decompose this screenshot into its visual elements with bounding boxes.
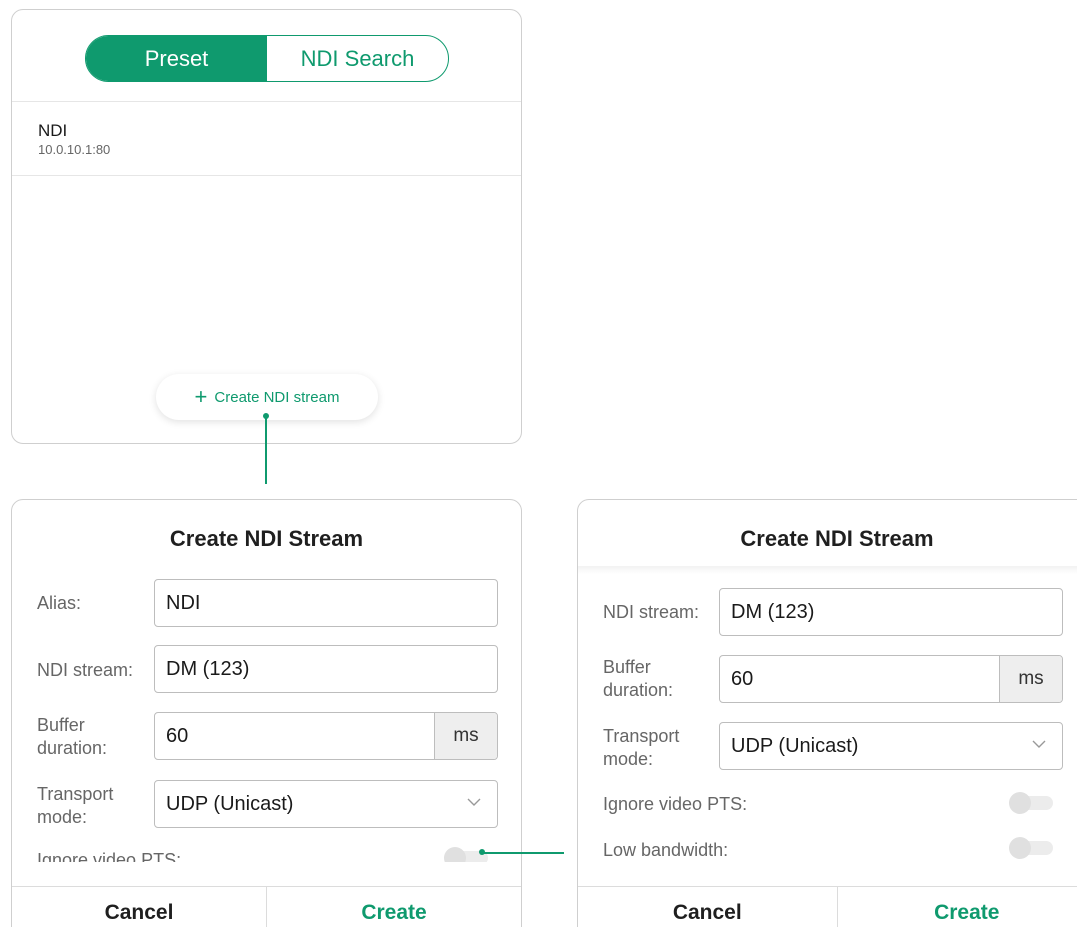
create-ndi-stream-label: Create NDI stream xyxy=(214,388,340,406)
alias-label: Alias: xyxy=(37,593,82,613)
dialog-footer: Cancel Create xyxy=(12,886,521,927)
cancel-button[interactable]: Cancel xyxy=(578,887,838,927)
dialog-footer: Cancel Create xyxy=(578,886,1077,927)
transport-mode-value: UDP (Unicast) xyxy=(166,792,294,815)
create-ndi-stream-dialog: Create NDI Stream Alias: NDI NDI stream:… xyxy=(11,499,522,927)
buffer-duration-value: 60 xyxy=(731,667,754,690)
buffer-duration-field[interactable]: 60 ms xyxy=(154,712,498,760)
low-bandwidth-label: Low bandwidth: xyxy=(603,840,729,860)
plus-icon: + xyxy=(194,384,208,409)
create-button[interactable]: Create xyxy=(267,887,521,927)
ndi-stream-value: DM (123) xyxy=(166,657,250,680)
divider xyxy=(12,175,521,176)
preset-list-item[interactable]: NDI 10.0.10.1:80 xyxy=(12,102,521,176)
transport-mode-select[interactable]: UDP (Unicast) xyxy=(154,780,498,828)
preset-item-address: 10.0.10.1:80 xyxy=(38,142,111,157)
transport-label-line1: Transport xyxy=(37,784,114,804)
transport-mode-select[interactable]: UDP (Unicast) xyxy=(719,722,1063,770)
tab-ndi-search[interactable]: NDI Search xyxy=(267,36,448,81)
transport-label-line2: mode: xyxy=(603,749,654,769)
connector-dot xyxy=(263,413,269,419)
create-button[interactable]: Create xyxy=(838,887,1077,927)
buffer-duration-field[interactable]: 60 ms xyxy=(719,655,1063,703)
buffer-duration-label: Buffer duration: xyxy=(603,656,673,702)
ndi-stream-field[interactable]: DM (123) xyxy=(719,588,1063,636)
transport-mode-label: Transport mode: xyxy=(37,783,113,829)
buffer-unit: ms xyxy=(434,713,497,759)
dialog-title: Create NDI Stream xyxy=(740,526,934,551)
cancel-button[interactable]: Cancel xyxy=(12,887,267,927)
chevron-down-icon xyxy=(1032,740,1046,748)
ndi-stream-label: NDI stream: xyxy=(603,602,700,622)
alias-value: NDI xyxy=(166,591,201,614)
source-tab-switch: Preset NDI Search xyxy=(85,35,449,82)
low-bandwidth-toggle[interactable] xyxy=(1009,837,1053,859)
buffer-unit: ms xyxy=(999,656,1062,702)
buffer-label-line2: duration: xyxy=(37,738,108,758)
alias-field[interactable]: NDI xyxy=(154,579,498,627)
preset-item-name: NDI xyxy=(38,121,68,140)
buffer-duration-value: 60 xyxy=(166,724,189,747)
buffer-duration-label: Buffer duration: xyxy=(37,714,107,760)
chevron-down-icon xyxy=(467,798,481,806)
buffer-label-line2: duration: xyxy=(603,680,674,700)
dialog-title: Create NDI Stream xyxy=(169,526,364,551)
buffer-label-line1: Buffer xyxy=(603,657,651,677)
buffer-label-line1: Buffer xyxy=(37,715,85,735)
ignore-video-pts-label: Ignore video PTS: xyxy=(603,794,748,814)
header-shadow xyxy=(578,566,1077,574)
transport-mode-value: UDP (Unicast) xyxy=(731,734,859,757)
tab-preset[interactable]: Preset xyxy=(86,36,267,81)
transport-label-line2: mode: xyxy=(37,807,88,827)
ndi-stream-field[interactable]: DM (123) xyxy=(154,645,498,693)
connector-line xyxy=(265,416,267,484)
transport-mode-label: Transport mode: xyxy=(603,725,679,771)
connector-line xyxy=(482,852,564,854)
preset-panel: Preset NDI Search NDI 10.0.10.1:80 + Cre… xyxy=(11,9,522,444)
ignore-video-pts-toggle[interactable] xyxy=(1009,792,1053,814)
create-ndi-stream-dialog-scrolled: Create NDI Stream NDI stream: DM (123) B… xyxy=(577,499,1077,927)
ndi-stream-value: DM (123) xyxy=(731,600,815,623)
transport-label-line1: Transport xyxy=(603,726,680,746)
ndi-stream-label: NDI stream: xyxy=(37,660,134,680)
scroll-clip xyxy=(12,862,521,876)
